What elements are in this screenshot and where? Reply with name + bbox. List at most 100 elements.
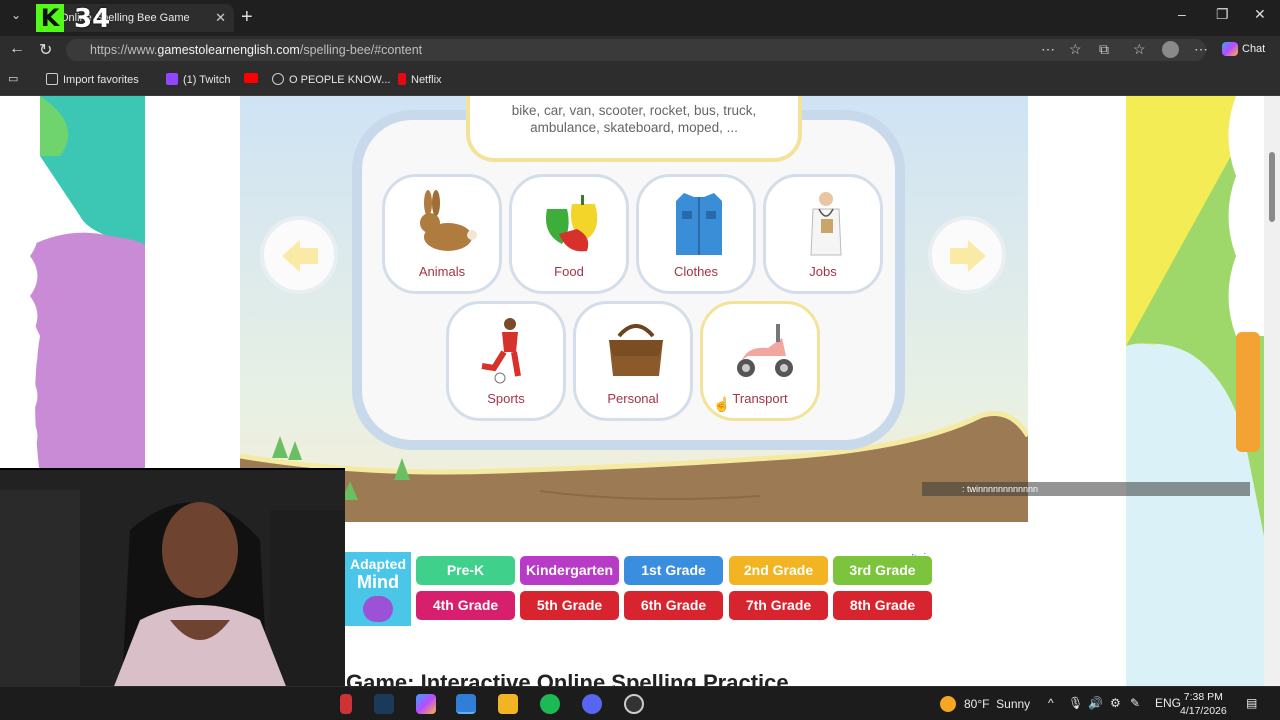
- grade-button[interactable]: Kindergarten: [520, 556, 619, 585]
- favorites-icon[interactable]: ☆: [1133, 41, 1146, 58]
- favorite-youtube[interactable]: [244, 73, 263, 85]
- sidebar-toggle-icon[interactable]: ▭: [8, 72, 18, 85]
- category-label: Animals: [418, 264, 466, 279]
- grade-label: 5th Grade: [536, 597, 603, 613]
- bag-icon: [609, 324, 663, 376]
- category-sports[interactable]: Sports: [446, 301, 566, 421]
- more-menu-icon[interactable]: ⋯: [1194, 41, 1208, 58]
- category-label: Jobs: [809, 264, 837, 279]
- volume-icon[interactable]: 🔊: [1088, 696, 1103, 710]
- doctor-icon: [810, 192, 842, 256]
- scrollbar-thumb[interactable]: [1269, 152, 1275, 222]
- close-tab-icon[interactable]: ✕: [215, 10, 226, 26]
- grade-label: Kindergarten: [525, 562, 614, 578]
- extensions-icon[interactable]: ⧉: [1099, 41, 1109, 58]
- favorite-twitch[interactable]: (1) Twitch: [166, 73, 230, 86]
- logo-text: Adapted: [350, 556, 406, 572]
- weather-widget[interactable]: 80°F Sunny: [940, 696, 1030, 712]
- scooter-icon: [737, 324, 793, 377]
- category-personal[interactable]: Personal: [573, 301, 693, 421]
- next-arrow-button[interactable]: [928, 216, 1006, 294]
- back-icon[interactable]: ←: [9, 40, 25, 58]
- address-input[interactable]: https://www.gamestolearnenglish.com/spel…: [66, 39, 1206, 61]
- new-tab-icon[interactable]: +: [241, 6, 253, 29]
- active-tab[interactable]: Online Spelling Bee Game ✕: [36, 4, 234, 32]
- grade-button[interactable]: 5th Grade: [520, 591, 619, 620]
- grade-button[interactable]: 6th Grade: [624, 591, 723, 620]
- left-decoration: [0, 96, 145, 476]
- watchmojo-side-tab[interactable]: [1236, 332, 1260, 452]
- profile-avatar[interactable]: [1162, 41, 1179, 58]
- grade-button[interactable]: 7th Grade: [729, 591, 828, 620]
- steam-icon[interactable]: [374, 694, 394, 714]
- arrow-right-icon: [950, 240, 986, 272]
- settings-gear-icon[interactable]: ⚙: [1110, 696, 1121, 710]
- category-description: bike, car, van, scooter, rocket, bus, tr…: [466, 96, 802, 162]
- favorite-netflix[interactable]: Netflix: [398, 73, 442, 86]
- grade-label: Pre-K: [446, 562, 485, 578]
- category-food[interactable]: Food: [509, 174, 629, 294]
- spotify-icon[interactable]: [540, 694, 560, 714]
- edge-icon[interactable]: [456, 694, 476, 714]
- tab-list-button[interactable]: ⌄: [6, 8, 26, 28]
- microphone-icon[interactable]: 🎙: [1068, 696, 1083, 710]
- category-label: Food: [554, 264, 584, 279]
- twitch-icon: [166, 73, 178, 85]
- chat-message: : twinnnnnnnnnnnn: [962, 484, 1039, 494]
- restore-icon[interactable]: ❐: [1216, 6, 1229, 23]
- sun-icon: [940, 696, 956, 712]
- copilot-icon: [1222, 42, 1238, 56]
- grade-button[interactable]: 4th Grade: [416, 591, 515, 620]
- grade-button[interactable]: 1st Grade: [624, 556, 723, 585]
- close-window-icon[interactable]: ✕: [1254, 6, 1266, 23]
- category-clothes[interactable]: Clothes: [636, 174, 756, 294]
- tab-strip: ⌄ Online Spelling Bee Game ✕ K 34 + – ❐ …: [0, 0, 1280, 36]
- grade-button[interactable]: 8th Grade: [833, 591, 932, 620]
- category-label: Personal: [607, 391, 659, 406]
- spelling-bee-game: bike, car, van, scooter, rocket, bus, tr…: [240, 96, 1028, 522]
- favorite-label: Netflix: [411, 74, 442, 86]
- favorite-people-know[interactable]: O PEOPLE KNOW...: [272, 73, 390, 86]
- language-indicator[interactable]: ENG: [1155, 696, 1181, 710]
- category-label: Sports: [487, 391, 525, 406]
- url-host: gamestolearnenglish.com: [157, 43, 300, 57]
- youtube-icon: [244, 73, 258, 83]
- tray-expand-icon[interactable]: ^: [1048, 696, 1054, 710]
- pen-icon[interactable]: ✎: [1130, 696, 1140, 710]
- mouse-cursor-icon: ☝: [713, 396, 731, 412]
- webcam-overlay: [0, 468, 345, 720]
- minimize-icon[interactable]: –: [1178, 6, 1186, 22]
- previous-arrow-button[interactable]: [260, 216, 338, 294]
- page-scrollbar[interactable]: [1264, 96, 1280, 686]
- copilot-chat-button[interactable]: Chat: [1222, 42, 1265, 56]
- rabbit-icon: [420, 190, 477, 251]
- description-line: ambulance, skateboard, moped, ...: [530, 120, 738, 135]
- copilot-taskbar-icon[interactable]: [416, 694, 436, 714]
- grade-label: 4th Grade: [432, 597, 499, 613]
- adaptedmind-logo[interactable]: Adapted Mind: [345, 552, 411, 626]
- favorite-label: Import favorites: [63, 74, 139, 86]
- obs-icon[interactable]: [624, 694, 644, 714]
- url-prefix: https://www.: [90, 43, 158, 57]
- grade-button[interactable]: Pre-K: [416, 556, 515, 585]
- grade-label: 7th Grade: [745, 597, 812, 613]
- reading-mode-icon[interactable]: ⋯: [1041, 41, 1055, 58]
- favorite-import[interactable]: Import favorites: [46, 73, 139, 86]
- page-heading: Game: Interactive Online Spelling Practi…: [346, 670, 789, 686]
- right-decoration: [1126, 96, 1264, 686]
- description-line: bike, car, van, scooter, rocket, bus, tr…: [511, 103, 757, 118]
- category-animals[interactable]: Animals: [382, 174, 502, 294]
- refresh-icon[interactable]: ↻: [39, 40, 52, 60]
- clock[interactable]: 7:38 PM 4/17/2026: [1180, 690, 1227, 718]
- grade-label: 2nd Grade: [743, 562, 814, 578]
- grade-button[interactable]: 3rd Grade: [833, 556, 932, 585]
- app-icon[interactable]: [340, 694, 352, 714]
- discord-icon[interactable]: [582, 694, 602, 714]
- grade-button[interactable]: 2nd Grade: [729, 556, 828, 585]
- favorite-star-icon[interactable]: ☆: [1069, 41, 1082, 58]
- store-icon[interactable]: [498, 694, 518, 714]
- notifications-icon[interactable]: ▤: [1246, 696, 1257, 710]
- logo-text: Mind: [357, 572, 399, 592]
- arrow-left-icon: [282, 240, 318, 272]
- category-jobs[interactable]: Jobs: [763, 174, 883, 294]
